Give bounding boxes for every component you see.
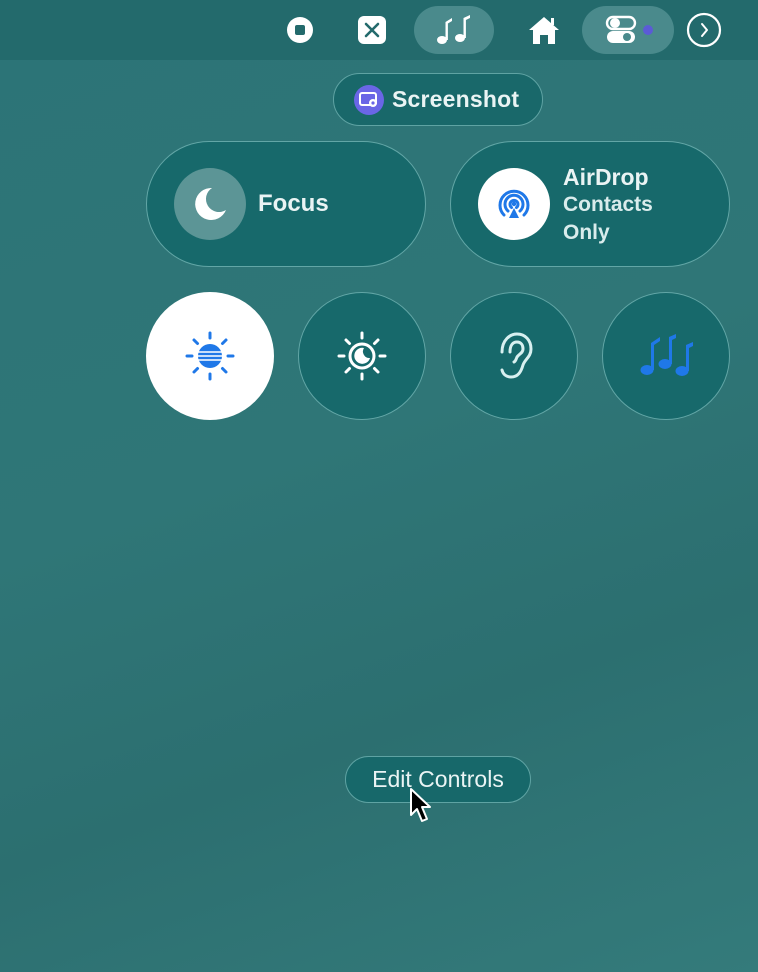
screenshot-label: Screenshot [392, 86, 520, 112]
display-brightness-tile[interactable] [146, 292, 274, 420]
control-center-icon [605, 15, 653, 43]
airdrop-status-line2: Only [563, 221, 610, 244]
stop-recording-icon[interactable] [280, 6, 320, 54]
control-center-menu-button[interactable] [582, 6, 674, 54]
airdrop-status-line1: Contacts [563, 193, 653, 216]
focus-tile[interactable]: Focus [146, 141, 426, 267]
mouse-cursor-icon [409, 787, 433, 830]
display-brightness-icon [185, 331, 235, 381]
night-shift-icon [337, 331, 387, 381]
screenshot-icon [354, 84, 384, 115]
moon-icon [174, 168, 246, 240]
edit-controls-button[interactable]: Edit Controls [345, 756, 531, 803]
music-recognition-tile[interactable] [602, 292, 730, 420]
airdrop-text: AirDrop Contacts Only [563, 163, 653, 247]
music-recognition-icon [437, 15, 470, 44]
clock-icon[interactable] [684, 6, 724, 54]
airdrop-icon [478, 168, 550, 240]
music-recognition-icon [640, 334, 693, 376]
home-icon[interactable] [524, 6, 564, 54]
airdrop-title: AirDrop [563, 164, 649, 190]
music-recognition-menu-button[interactable] [414, 6, 494, 54]
focus-label: Focus [258, 190, 329, 217]
hearing-icon [500, 332, 533, 379]
night-shift-tile[interactable] [298, 292, 426, 420]
screenshot-button[interactable]: Screenshot [333, 73, 543, 126]
airdrop-tile[interactable]: AirDrop Contacts Only [450, 141, 730, 267]
hearing-tile[interactable] [450, 292, 578, 420]
menu-bar [0, 0, 758, 60]
close-box-icon[interactable] [352, 6, 392, 54]
